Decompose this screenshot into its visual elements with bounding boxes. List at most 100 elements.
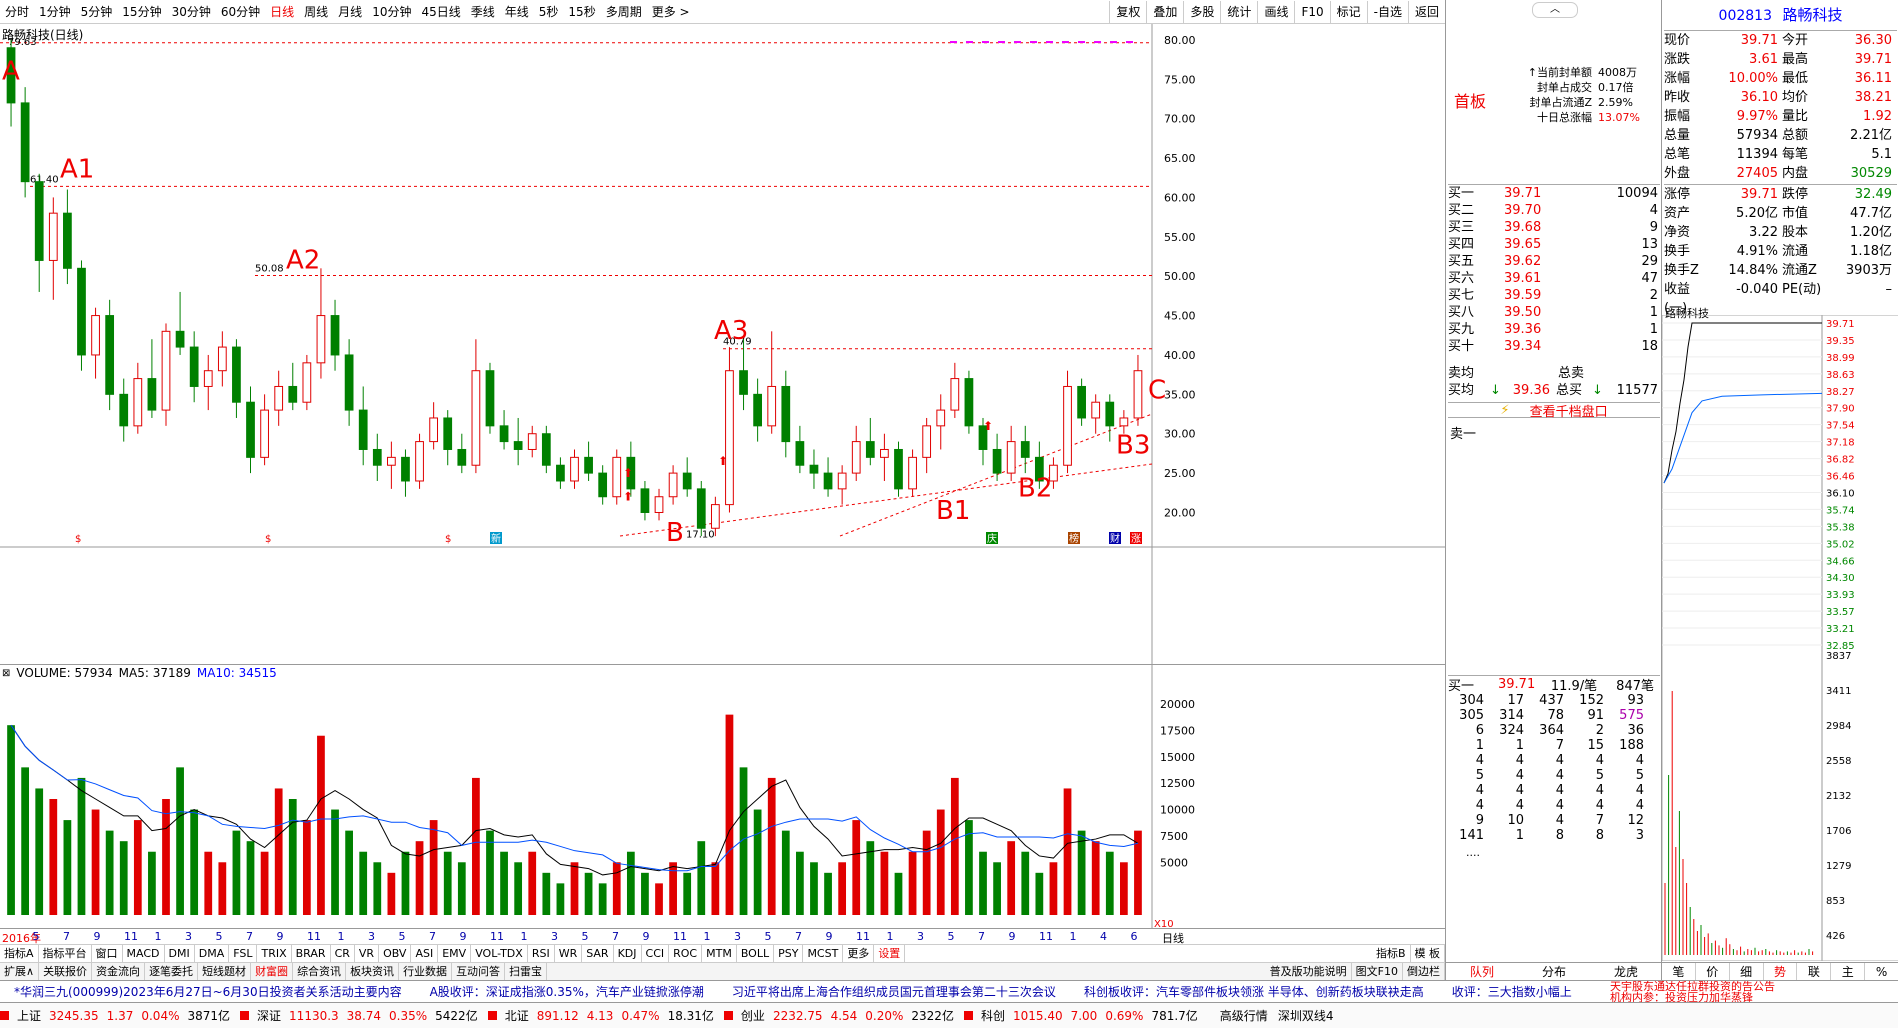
extension-tab[interactable]: 逐笔委托 xyxy=(145,962,199,981)
period-tab[interactable]: 年线 xyxy=(500,2,534,22)
chart-tool-button[interactable]: 统计 xyxy=(1220,0,1257,23)
indicator-tab[interactable]: DMI xyxy=(165,944,195,963)
extension-tab[interactable]: 财富圈 xyxy=(251,962,294,981)
extension-tab[interactable]: 普及版功能说明 xyxy=(1266,962,1352,981)
chart-tool-button[interactable]: 复权 xyxy=(1109,0,1146,23)
extension-tab[interactable]: 扫雷宝 xyxy=(505,962,548,981)
indicator-tab[interactable]: OBV xyxy=(379,944,412,963)
extension-tab[interactable]: 图文F10 xyxy=(1352,962,1403,981)
mid-tab[interactable]: 分布 xyxy=(1518,963,1590,980)
status-right-item[interactable]: 高级行情 xyxy=(1220,1007,1268,1024)
extension-tab[interactable]: 综合资讯 xyxy=(293,962,347,981)
indicator-tab[interactable]: BRAR xyxy=(292,944,331,963)
period-tab[interactable]: 30分钟 xyxy=(167,2,216,22)
buy-level-row[interactable]: 买四 39.65 13 xyxy=(1448,236,1660,253)
indicator-tab[interactable]: 指标A xyxy=(0,944,39,963)
period-tab[interactable]: 更多 > xyxy=(647,2,695,22)
indicator-tab[interactable]: ROC xyxy=(669,944,703,963)
period-tab[interactable]: 15分钟 xyxy=(117,2,166,22)
chart-tool-button[interactable]: 返回 xyxy=(1407,0,1445,23)
volume-chart[interactable]: ⊠ VOLUME: 57934 MA5: 37189 MA10: 34515 2… xyxy=(0,664,1445,929)
news-item[interactable]: A股收评：深证成指涨0.35%，汽车产业链掀涨停潮 xyxy=(430,983,704,1000)
extension-tab[interactable]: 倒边栏 xyxy=(1403,962,1445,981)
view-thousand-book[interactable]: ⚡ 查看千档盘口 xyxy=(1448,402,1660,420)
buy-level-row[interactable]: 买九 39.36 1 xyxy=(1448,321,1660,338)
period-tab[interactable]: 5分钟 xyxy=(76,2,118,22)
indicator-tab[interactable]: WR xyxy=(555,944,583,963)
period-tab[interactable]: 5秒 xyxy=(534,2,564,22)
extension-tab[interactable]: 扩展∧ xyxy=(0,962,40,981)
right-tab[interactable]: % xyxy=(1865,965,1898,979)
indicator-tab[interactable]: TRIX xyxy=(257,944,292,963)
period-tab[interactable]: 季线 xyxy=(466,2,500,22)
chart-tool-button[interactable]: 标记 xyxy=(1329,0,1367,23)
period-tab[interactable]: 15秒 xyxy=(563,2,600,22)
indicator-tab[interactable]: SAR xyxy=(582,944,614,963)
indicator-tab[interactable]: KDJ xyxy=(614,944,642,963)
indicator-tab[interactable]: 模 板 xyxy=(1411,944,1445,963)
indicator-tab[interactable]: 窗口 xyxy=(92,944,123,963)
period-tab[interactable]: 周线 xyxy=(299,2,333,22)
indicator-tab[interactable]: EMV xyxy=(438,944,472,963)
buy-level-row[interactable]: 买八 39.50 1 xyxy=(1448,304,1660,321)
indicator-tab[interactable]: CR xyxy=(331,944,355,963)
extension-tab[interactable]: 行业数据 xyxy=(399,962,453,981)
buy-level-row[interactable]: 买一 39.71 10094 xyxy=(1448,185,1660,202)
index-quote[interactable]: 科创 1015.40 7.00 0.69% 781.7亿 xyxy=(963,1007,1198,1024)
news-item[interactable]: 收评：三大指数小幅上 xyxy=(1452,983,1572,1000)
period-tab[interactable]: 分时 xyxy=(0,2,34,22)
indicator-tab[interactable]: PSY xyxy=(774,944,804,963)
right-tab[interactable]: 笔 xyxy=(1662,963,1696,980)
right-tab[interactable]: 细 xyxy=(1730,963,1764,980)
chart-tool-button[interactable]: 叠加 xyxy=(1146,0,1183,23)
extension-tab[interactable]: 资金流向 xyxy=(92,962,146,981)
period-tab[interactable]: 日线 xyxy=(265,2,299,22)
extension-tab[interactable]: 互动问答 xyxy=(452,962,506,981)
status-right-item[interactable]: 深圳双线4 xyxy=(1278,1007,1334,1024)
chart-tool-button[interactable]: 多股 xyxy=(1183,0,1220,23)
right-tab[interactable]: 联 xyxy=(1797,963,1832,980)
news-item[interactable]: *华润三九(000999)2023年6月27日~6月30日投资者关系活动主要内容 xyxy=(14,983,402,1000)
indicator-tab[interactable]: FSL xyxy=(229,944,258,963)
mid-tab[interactable]: 队列 xyxy=(1446,963,1518,980)
indicator-tab[interactable]: MTM xyxy=(702,944,737,963)
indicator-tab[interactable]: ASI xyxy=(411,944,439,963)
extension-tab[interactable]: 板块资讯 xyxy=(346,962,400,981)
news-item[interactable]: 科创板收评：汽车零部件板块领涨 半导体、创新药板块联袂走高 xyxy=(1084,983,1424,1000)
indicator-tab[interactable]: RSI xyxy=(528,944,555,963)
period-tab[interactable]: 45日线 xyxy=(416,2,465,22)
news-item[interactable]: 习近平将出席上海合作组织成员国元首理事会第二十三次会议 xyxy=(732,983,1056,1000)
index-quote[interactable]: 北证 891.12 4.13 0.47% 18.31亿 xyxy=(487,1007,714,1024)
collapse-button[interactable]: ︿ xyxy=(1532,2,1578,18)
index-quote[interactable]: 创业 2232.75 4.54 0.20% 2322亿 xyxy=(723,1007,954,1024)
right-tab[interactable]: 势 xyxy=(1764,963,1798,980)
right-tab[interactable]: 价 xyxy=(1696,963,1730,980)
period-tab[interactable]: 60分钟 xyxy=(216,2,265,22)
extension-tab[interactable]: 关联报价 xyxy=(39,962,93,981)
indicator-tab[interactable]: 更多 xyxy=(843,944,875,963)
buy-level-row[interactable]: 买七 39.59 2 xyxy=(1448,287,1660,304)
indicator-tab[interactable]: MCST xyxy=(803,944,844,963)
indicator-tab[interactable]: 指标B xyxy=(1372,944,1411,963)
chart-tool-button[interactable]: -自选 xyxy=(1366,0,1408,23)
index-quote[interactable]: 深证 11130.3 38.74 0.35% 5422亿 xyxy=(240,1007,478,1024)
chart-tool-button[interactable]: F10 xyxy=(1294,0,1329,23)
buy-level-row[interactable]: 买二 39.70 4 xyxy=(1448,202,1660,219)
chart-tool-button[interactable]: 画线 xyxy=(1257,0,1294,23)
intraday-chart[interactable]: 39.71 39.35 38.99 38.63 38.27 37.90 37.54 37.18… xyxy=(1662,315,1898,961)
indicator-tab[interactable]: 设置 xyxy=(874,944,906,963)
indicator-tab[interactable]: VOL-TDX xyxy=(471,944,528,963)
indicator-tab[interactable]: VR xyxy=(355,944,380,963)
ticker-alert-1[interactable]: 天宇股东通达任拉群投资的告公告 xyxy=(1610,981,1898,992)
buy-level-row[interactable]: 买十 39.34 18 xyxy=(1448,338,1660,355)
extension-tab[interactable]: 短线题材 xyxy=(198,962,252,981)
ticker-alert-2[interactable]: 机构内参：投资压力加华蒸锋 xyxy=(1610,992,1898,1003)
buy-level-row[interactable]: 买六 39.61 47 xyxy=(1448,270,1660,287)
buy-level-row[interactable]: 买三 39.68 9 xyxy=(1448,219,1660,236)
right-tab[interactable]: 主 xyxy=(1831,963,1866,980)
mid-tab[interactable]: 龙虎 xyxy=(1590,963,1662,980)
indicator-tab[interactable]: DMA xyxy=(195,944,230,963)
index-quote[interactable]: 上证 3245.35 1.37 0.04% 3871亿 xyxy=(0,1007,230,1024)
indicator-tab[interactable]: 指标平台 xyxy=(39,944,92,963)
period-tab[interactable]: 10分钟 xyxy=(367,2,416,22)
